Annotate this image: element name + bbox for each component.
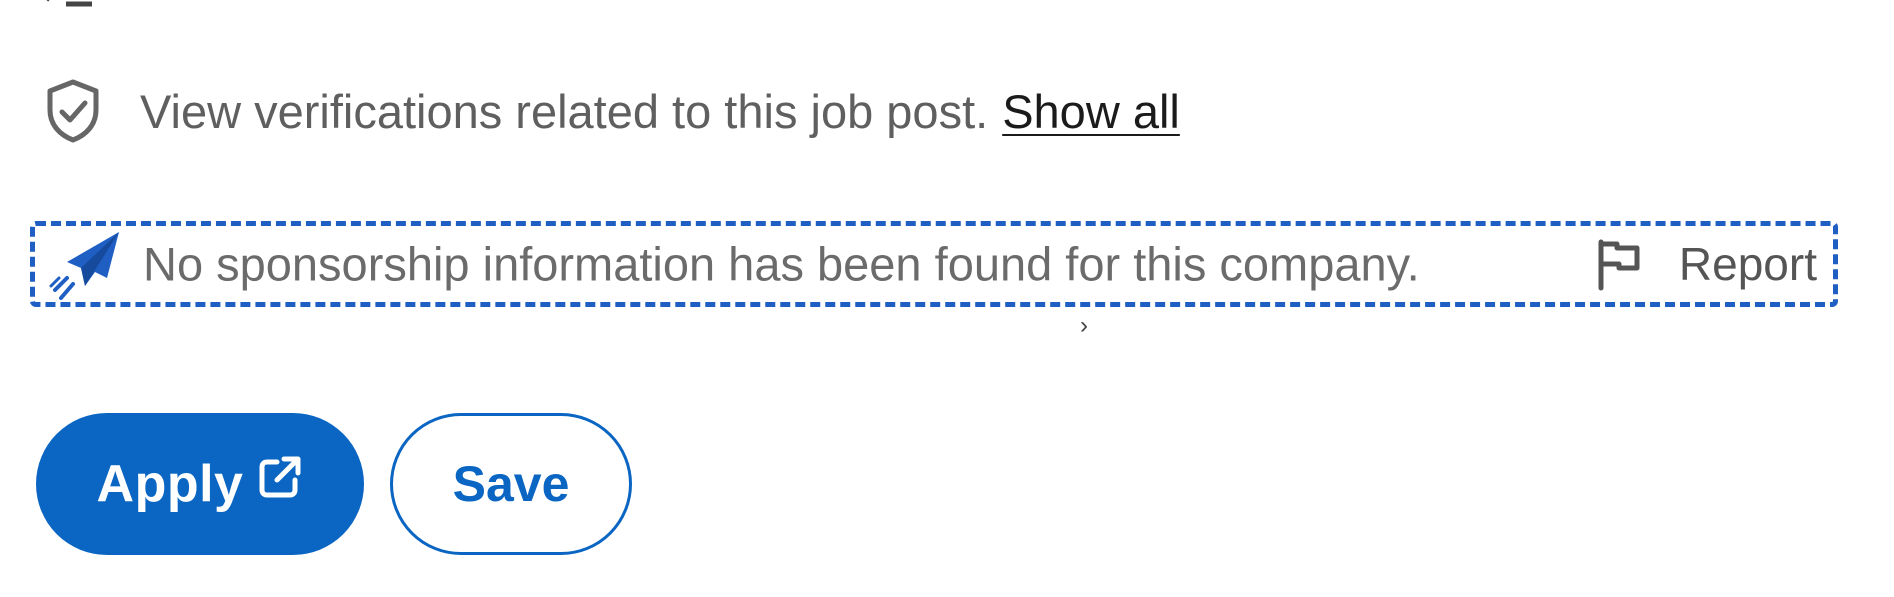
show-all-link[interactable]: Show all bbox=[1002, 84, 1180, 139]
job-detail-footer: View verifications related to this job p… bbox=[0, 0, 1894, 597]
flag-icon bbox=[1598, 239, 1640, 291]
chevron-right-icon: › bbox=[1080, 312, 1088, 339]
sponsorship-info-box: No sponsorship information has been foun… bbox=[30, 221, 1838, 307]
save-button[interactable]: Save bbox=[390, 413, 632, 555]
clipped-info-row bbox=[36, 0, 96, 12]
apply-label: Apply bbox=[96, 455, 244, 513]
apply-button[interactable]: Apply bbox=[36, 413, 364, 555]
sponsorship-text: No sponsorship information has been foun… bbox=[143, 237, 1420, 291]
save-label: Save bbox=[452, 456, 570, 512]
verifications-row: View verifications related to this job p… bbox=[40, 74, 1180, 148]
checklist-icon bbox=[46, 0, 92, 7]
report-button[interactable]: Report bbox=[1593, 236, 1817, 292]
shield-check-icon bbox=[40, 74, 106, 148]
external-link-icon bbox=[259, 456, 301, 498]
paper-plane-icon bbox=[49, 232, 119, 300]
report-label: Report bbox=[1678, 238, 1817, 290]
verifications-text: View verifications related to this job p… bbox=[140, 84, 989, 138]
